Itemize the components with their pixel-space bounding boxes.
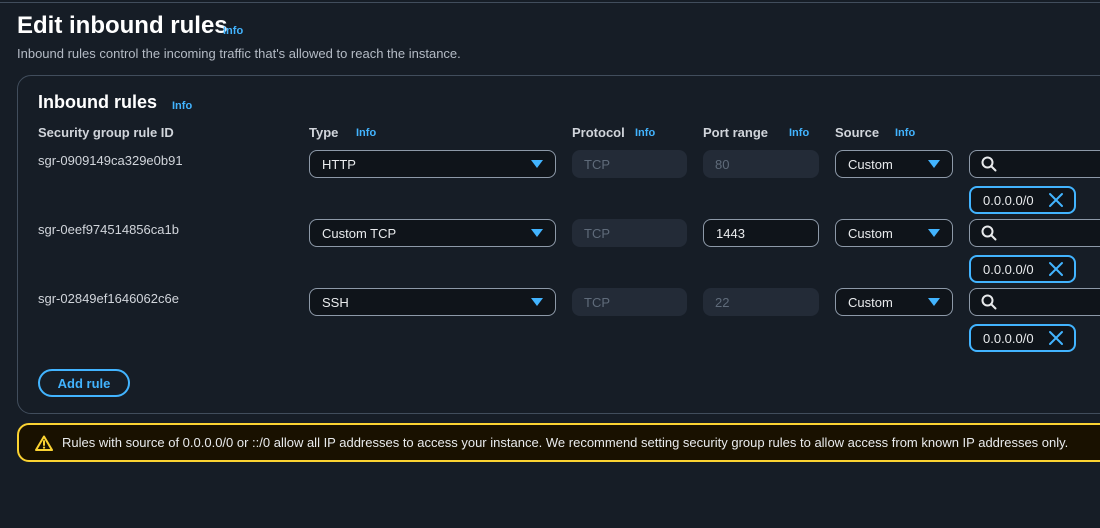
column-header-type: Type (309, 125, 339, 140)
close-icon[interactable] (1046, 190, 1066, 210)
protocol-field: TCP (572, 150, 687, 178)
port-range-input[interactable]: 1443 (703, 219, 819, 247)
add-rule-button[interactable]: Add rule (38, 369, 130, 397)
type-select-value: Custom TCP (322, 225, 397, 241)
source-select[interactable]: Custom (835, 219, 953, 247)
caret-down-icon (928, 160, 940, 168)
source-select[interactable]: Custom (835, 288, 953, 316)
protocol-value: TCP (584, 156, 610, 172)
cidr-token: 0.0.0.0/0 (969, 255, 1076, 283)
protocol-field: TCP (572, 219, 687, 247)
page-description: Inbound rules control the incoming traff… (17, 46, 461, 61)
protocol-field: TCP (572, 288, 687, 316)
type-select[interactable]: Custom TCP (309, 219, 556, 247)
panel-info-link[interactable]: Info (172, 100, 192, 112)
column-header-source: Source (835, 125, 880, 140)
search-icon (981, 225, 997, 241)
port-range-info-link[interactable]: Info (789, 127, 809, 139)
rule-id: sgr-02849ef1646062c6e (38, 291, 179, 306)
panel-title: Inbound rules (38, 92, 157, 112)
caret-down-icon (531, 160, 543, 168)
warning-text: Rules with source of 0.0.0.0/0 or ::/0 a… (62, 435, 1069, 450)
protocol-value: TCP (584, 225, 610, 241)
source-info-link[interactable]: Info (895, 127, 915, 139)
caret-down-icon (928, 298, 940, 306)
protocol-info-link[interactable]: Info (635, 127, 655, 139)
cidr-token-label: 0.0.0.0/0 (983, 261, 1034, 277)
caret-down-icon (928, 229, 940, 237)
close-icon[interactable] (1046, 259, 1066, 279)
type-select[interactable]: SSH (309, 288, 556, 316)
type-select-value: SSH (322, 294, 349, 310)
port-range-field: 22 (703, 288, 819, 316)
source-select-value: Custom (848, 225, 893, 241)
column-header-rule-id: Security group rule ID (38, 125, 174, 140)
port-range-field: 80 (703, 150, 819, 178)
source-select[interactable]: Custom (835, 150, 953, 178)
cidr-token-label: 0.0.0.0/0 (983, 192, 1034, 208)
rule-id: sgr-0909149ca329e0b91 (38, 153, 183, 168)
page-info-link[interactable]: Info (223, 25, 243, 37)
warning-triangle-icon (35, 435, 53, 451)
caret-down-icon (531, 229, 543, 237)
port-range-value: 22 (715, 294, 730, 310)
column-header-port-range: Port range (703, 125, 769, 140)
port-range-value: 1443 (716, 225, 745, 241)
page-title: Edit inbound rules (17, 12, 228, 39)
warning-alert: Rules with source of 0.0.0.0/0 or ::/0 a… (17, 423, 1100, 462)
source-select-value: Custom (848, 156, 893, 172)
rule-id: sgr-0eef974514856ca1b (38, 222, 179, 237)
cidr-token-label: 0.0.0.0/0 (983, 330, 1034, 346)
search-icon (981, 294, 997, 310)
search-icon (981, 156, 997, 172)
column-header-protocol: Protocol (572, 125, 625, 140)
type-select[interactable]: HTTP (309, 150, 556, 178)
source-select-value: Custom (848, 294, 893, 310)
source-search-input[interactable] (969, 288, 1100, 316)
source-search-input[interactable] (969, 219, 1100, 247)
source-search-input[interactable] (969, 150, 1100, 178)
protocol-value: TCP (584, 294, 610, 310)
port-range-value: 80 (715, 156, 730, 172)
type-info-link[interactable]: Info (356, 127, 376, 139)
cidr-token: 0.0.0.0/0 (969, 186, 1076, 214)
caret-down-icon (531, 298, 543, 306)
type-select-value: HTTP (322, 156, 356, 172)
close-icon[interactable] (1046, 328, 1066, 348)
top-divider (0, 0, 1100, 3)
cidr-token: 0.0.0.0/0 (969, 324, 1076, 352)
